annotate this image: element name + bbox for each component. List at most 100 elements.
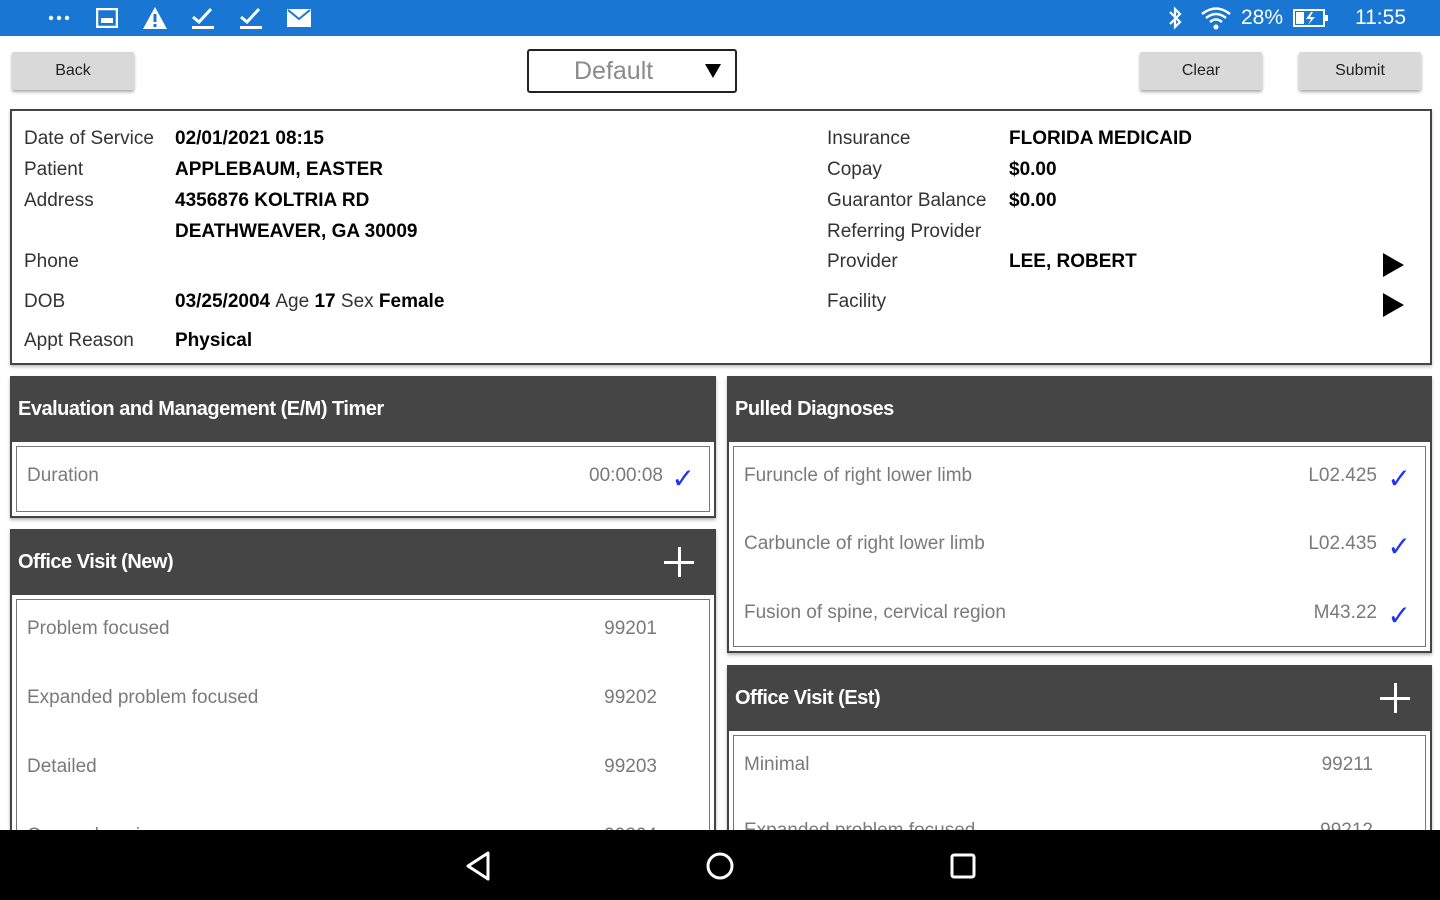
office-visit-new-title: Office Visit (New): [18, 551, 174, 573]
mail-icon: [286, 5, 312, 31]
address-line2: DEATHWEAVER, GA 30009: [175, 221, 418, 242]
dob-label: DOB: [24, 291, 66, 312]
patient-label: Patient: [24, 159, 84, 180]
pulled-diagnoses-header: Pulled Diagnoses: [729, 378, 1430, 442]
add-icon[interactable]: [1380, 683, 1410, 713]
list-item[interactable]: Fusion of spine, cervical region M43.22 …: [734, 584, 1425, 651]
check-icon[interactable]: ✓: [1388, 599, 1411, 632]
facility-label: Facility: [827, 291, 887, 312]
notification-icons: [46, 0, 312, 36]
date-of-service-value: 02/01/2021 08:15: [175, 128, 324, 149]
system-indicators: 28% 11:55: [1167, 0, 1406, 36]
em-timer-header: Evaluation and Management (E/M) Timer: [12, 378, 714, 442]
provider-select-arrow-icon[interactable]: [1383, 253, 1404, 277]
item-label: Expanded problem focused: [27, 687, 259, 708]
duration-label: Duration: [27, 465, 99, 486]
pulled-diagnoses-card: Pulled Diagnoses Furuncle of right lower…: [727, 376, 1432, 653]
sex-label: Sex: [340, 291, 374, 312]
phone-label: Phone: [24, 251, 79, 272]
top-toolbar: Back Default Clear Submit: [0, 36, 1440, 108]
diagnosis-code: L02.425: [1308, 465, 1377, 486]
diagnosis-label: Fusion of spine, cervical region: [744, 602, 1006, 623]
list-item[interactable]: Detailed 99203: [17, 738, 709, 806]
date-of-service-label: Date of Service: [24, 128, 154, 149]
office-visit-est-list: Minimal 99211 Expanded problem focused 9…: [733, 735, 1426, 844]
provider-label: Provider: [827, 251, 898, 272]
image-icon: [94, 5, 120, 31]
bluetooth-icon: [1167, 6, 1183, 30]
patient-name-value: APPLEBAUM, EASTER: [175, 159, 383, 180]
clock-time: 11:55: [1355, 6, 1406, 29]
status-bar: 28% 11:55: [0, 0, 1440, 36]
item-code: 99201: [604, 618, 657, 639]
warning-icon: [142, 5, 168, 31]
more-dots-icon: [46, 5, 72, 31]
dob-value: 03/25/2004: [175, 291, 271, 312]
provider-value: LEE, ROBERT: [1009, 251, 1137, 272]
item-code: 99211: [1321, 754, 1373, 775]
check-icon[interactable]: ✓: [1388, 462, 1411, 495]
clear-button[interactable]: Clear: [1140, 52, 1262, 90]
item-label: Detailed: [27, 756, 97, 777]
system-navigation-bar: [0, 830, 1440, 900]
facility-select-arrow-icon[interactable]: [1383, 293, 1404, 317]
insurance-value: FLORIDA MEDICAID: [1009, 128, 1192, 149]
appt-reason-value: Physical: [175, 330, 253, 351]
home-circle-icon[interactable]: [700, 846, 740, 886]
item-code: 99202: [604, 687, 657, 708]
patient-info-panel: Date of Service 02/01/2021 08:15 Patient…: [10, 109, 1432, 365]
diagnosis-label: Furuncle of right lower limb: [744, 465, 973, 486]
sex-value: Female: [378, 291, 445, 312]
template-selected-value: Default: [574, 56, 654, 85]
address-line1: 4356876 KOLTRIA RD: [175, 190, 370, 211]
battery-charging-icon: [1293, 8, 1329, 28]
item-code: 99203: [604, 756, 657, 777]
list-item[interactable]: Expanded problem focused 99202: [17, 669, 709, 737]
office-visit-new-header: Office Visit (New): [12, 531, 714, 595]
age-label: Age: [275, 291, 310, 312]
appt-reason-label: Appt Reason: [24, 330, 134, 351]
wifi-icon: [1201, 6, 1231, 30]
dropdown-arrow-icon: [705, 64, 721, 78]
office-visit-est-header: Office Visit (Est): [729, 667, 1430, 731]
add-icon[interactable]: [664, 547, 694, 577]
list-item[interactable]: Carbuncle of right lower limb L02.435 ✓: [734, 515, 1425, 583]
duration-value: 00:00:08: [589, 465, 663, 486]
referring-provider-label: Referring Provider: [827, 221, 982, 242]
age-value: 17: [314, 291, 336, 312]
submit-button[interactable]: Submit: [1299, 52, 1421, 90]
diagnosis-code: M43.22: [1313, 602, 1377, 623]
duration-row[interactable]: Duration 00:00:08 ✓: [17, 447, 709, 515]
diagnosis-label: Carbuncle of right lower limb: [744, 533, 985, 554]
list-item[interactable]: Problem focused 99201: [17, 600, 709, 668]
dob-line: 03/25/2004 Age 17 Sex Female: [175, 291, 444, 313]
recents-square-icon[interactable]: [943, 846, 983, 886]
list-item[interactable]: Minimal 99211: [734, 736, 1425, 804]
item-label: Minimal: [744, 754, 810, 775]
pulled-diagnoses-title: Pulled Diagnoses: [735, 398, 894, 420]
back-triangle-icon[interactable]: [458, 846, 498, 886]
office-visit-new-list: Problem focused 99201 Expanded problem f…: [16, 599, 710, 846]
em-timer-card: Evaluation and Management (E/M) Timer Du…: [10, 376, 716, 518]
insurance-label: Insurance: [827, 128, 911, 149]
office-visit-est-title: Office Visit (Est): [735, 687, 881, 709]
address-label: Address: [24, 190, 94, 211]
item-label: Problem focused: [27, 618, 170, 639]
checklist-icon: [238, 5, 264, 31]
office-visit-est-card: Office Visit (Est) Minimal 99211 Expande…: [727, 665, 1432, 850]
guarantor-balance-label: Guarantor Balance: [827, 190, 987, 211]
pulled-diagnoses-list: Furuncle of right lower limb L02.425 ✓ C…: [733, 446, 1426, 647]
check-icon[interactable]: ✓: [1388, 530, 1411, 563]
battery-percent: 28%: [1240, 6, 1283, 29]
guarantor-balance-value: $0.00: [1009, 190, 1057, 211]
back-button[interactable]: Back: [12, 52, 134, 90]
em-timer-title: Evaluation and Management (E/M) Timer: [18, 398, 384, 420]
copay-label: Copay: [827, 159, 882, 180]
list-item[interactable]: Furuncle of right lower limb L02.425 ✓: [734, 447, 1425, 515]
check-icon: ✓: [671, 463, 695, 494]
template-dropdown[interactable]: Default: [527, 49, 737, 93]
diagnosis-code: L02.435: [1308, 533, 1377, 554]
em-timer-body: Duration 00:00:08 ✓: [16, 446, 710, 512]
copay-value: $0.00: [1009, 159, 1057, 180]
checklist-icon: [190, 5, 216, 31]
